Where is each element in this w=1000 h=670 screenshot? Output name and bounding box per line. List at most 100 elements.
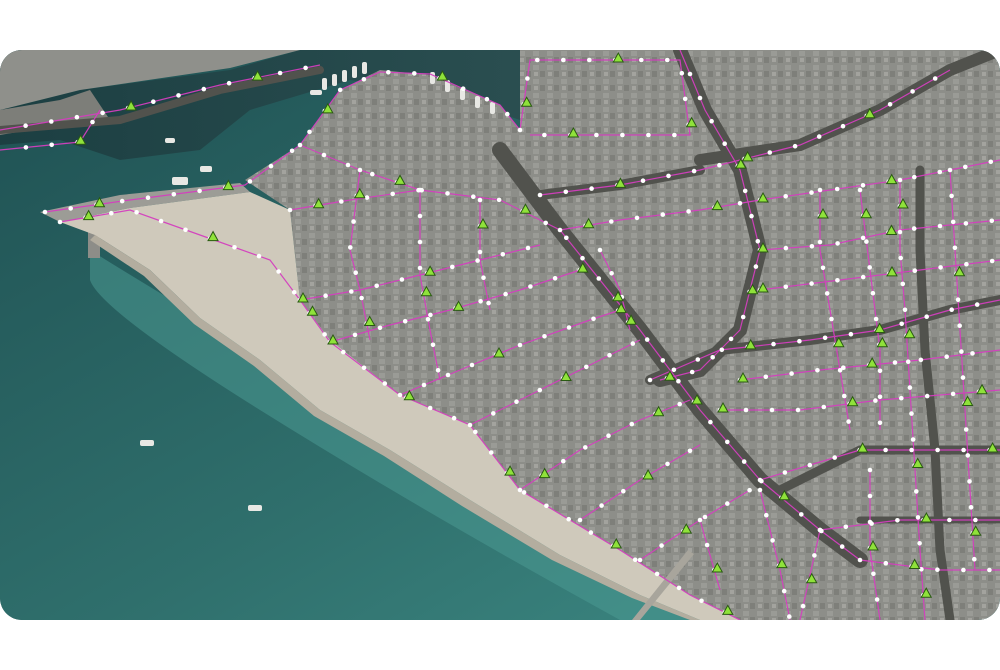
vertex-dot — [109, 210, 114, 216]
vertex-dot — [897, 177, 903, 183]
vertex-dot — [743, 407, 749, 413]
vertex-dot — [514, 399, 519, 405]
vertex-dot — [609, 271, 614, 276]
vertex-dot — [594, 132, 599, 138]
vertex-dot — [900, 281, 906, 287]
vertex-dot — [337, 87, 343, 93]
vertex-dot — [100, 110, 105, 116]
vertex-dot — [771, 341, 776, 347]
vertex-dot — [974, 302, 980, 307]
vertex-dot — [544, 503, 549, 509]
vertex-dot — [321, 152, 327, 158]
vertex-dot — [481, 275, 486, 280]
vertex-dot — [737, 201, 743, 206]
vertex-dot — [503, 291, 508, 297]
vertex-dot — [837, 368, 843, 373]
vertex-dot — [947, 517, 952, 523]
vertex-dot — [840, 123, 846, 129]
vertex-dot — [809, 244, 815, 249]
vertex-dot — [809, 281, 814, 286]
vertex-dot — [475, 258, 480, 263]
vertex-dot — [637, 557, 643, 563]
vertex-dot — [973, 517, 978, 523]
vertex-dot — [964, 261, 969, 267]
vertex-dot — [970, 351, 975, 356]
vertex-dot — [341, 349, 346, 355]
vertex-dot — [897, 229, 903, 235]
vertex-dot — [781, 588, 787, 594]
vertex-dot — [905, 359, 911, 365]
map-card — [0, 50, 1000, 620]
vertex-dot — [588, 530, 594, 535]
vertex-dot — [471, 194, 476, 199]
vertex-dot — [915, 515, 921, 520]
vertex-dot — [783, 245, 789, 251]
vertex-dot — [49, 142, 54, 148]
vertex-dot — [445, 191, 450, 196]
vertex-dot — [630, 341, 636, 346]
vertex-dot — [629, 421, 635, 427]
vertex-dot — [867, 467, 873, 473]
vertex-dot — [809, 190, 814, 195]
vertex-dot — [829, 316, 834, 322]
vertex-dot — [370, 171, 375, 177]
vertex-dot — [912, 268, 918, 273]
vertex-dot — [654, 571, 660, 577]
vertex-dot — [860, 183, 866, 188]
vertex-dot — [564, 235, 569, 241]
vertex-dot — [345, 162, 351, 168]
vertex-dot — [647, 377, 653, 383]
vertex-dot — [577, 517, 583, 523]
vertex-dot — [870, 290, 876, 296]
vertex-dot — [676, 585, 682, 591]
vertex-dot — [90, 119, 95, 125]
vertex-dot — [542, 334, 547, 339]
vertex-dot — [517, 342, 523, 348]
vertex-dot — [566, 325, 572, 330]
vertex-dot — [887, 102, 893, 107]
vertex-dot — [397, 392, 403, 398]
vertex-dot — [907, 385, 913, 390]
vertex-dot — [932, 76, 938, 81]
vertex-dot — [749, 213, 754, 219]
vertex-dot — [386, 70, 391, 75]
vertex-dot — [543, 220, 548, 226]
vertex-dot — [596, 276, 602, 281]
vertex-dot — [924, 393, 930, 399]
vertex-dot — [682, 96, 688, 102]
vertex-dot — [291, 290, 297, 295]
vertex-dot — [824, 291, 830, 296]
vertex-dot — [963, 221, 969, 226]
vertex-dot — [867, 265, 872, 270]
vertex-dot — [968, 505, 974, 510]
vertex-dot — [867, 493, 873, 499]
vertex-dot — [952, 245, 958, 251]
vertex-dot — [119, 198, 125, 204]
vertex-dot — [924, 314, 929, 320]
vertex-dot — [917, 541, 922, 546]
vertex-dot — [171, 192, 177, 197]
vertex-dot — [987, 567, 992, 573]
vertex-dot — [898, 255, 903, 261]
vertex-dot — [687, 448, 693, 454]
vertex-dot — [740, 314, 746, 320]
vertex-dot — [591, 316, 596, 322]
vertex-dot — [787, 614, 792, 619]
vertex-dot — [874, 597, 880, 602]
vertex-dot — [417, 187, 423, 193]
vertex-dot — [822, 335, 828, 341]
vertex-dot — [665, 57, 670, 63]
vertex-dot — [959, 349, 964, 354]
vertex-dot — [361, 365, 367, 371]
vertex-dot — [709, 118, 714, 124]
vertex-dot — [496, 197, 502, 203]
vertex-dot — [542, 132, 547, 138]
vertex-dot — [427, 405, 433, 411]
vertex-dot — [704, 542, 710, 548]
map-canvas[interactable] — [0, 50, 1000, 620]
vertex-dot — [445, 372, 451, 378]
vertex-dot — [451, 415, 457, 421]
vertex-dot — [486, 300, 491, 306]
vertex-dot — [201, 86, 207, 92]
vertex-dot — [883, 560, 889, 566]
